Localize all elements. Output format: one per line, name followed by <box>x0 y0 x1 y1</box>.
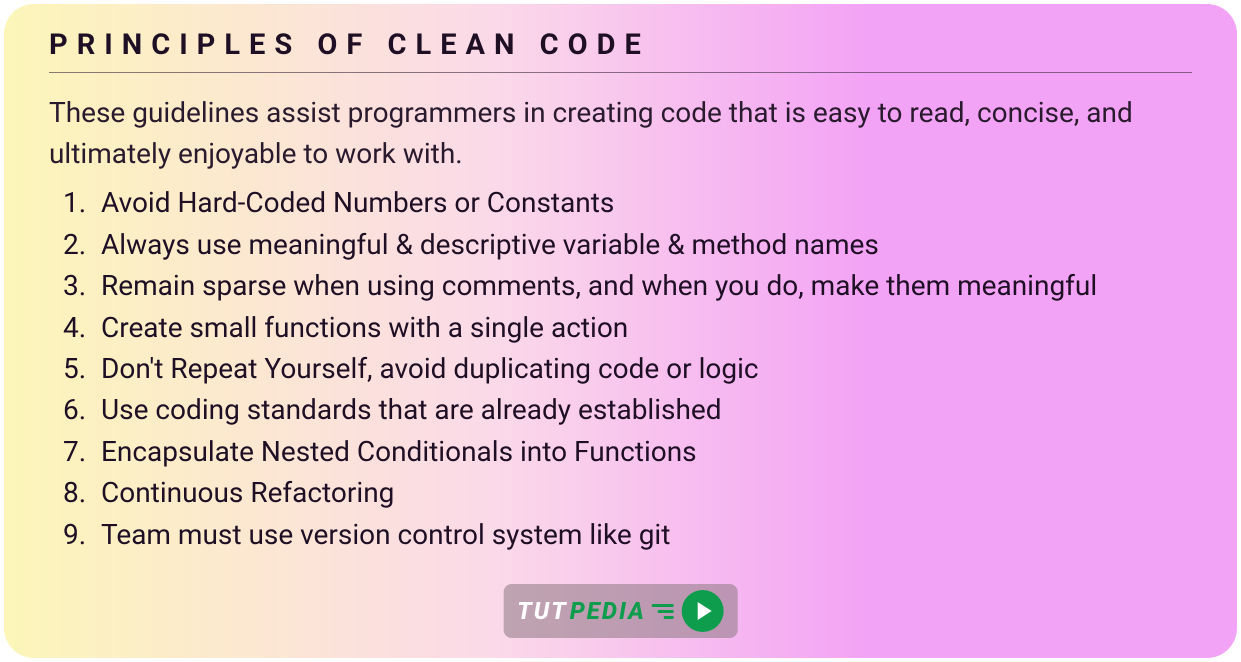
list-item: Don't Repeat Yourself, avoid duplicating… <box>101 348 1192 389</box>
motion-lines-icon <box>652 604 674 619</box>
watermark-badge[interactable]: TUT PEDIA <box>503 584 738 638</box>
play-icon[interactable] <box>682 590 724 632</box>
list-item: Avoid Hard-Coded Numbers or Constants <box>101 182 1192 223</box>
document-title: PRINCIPLES OF CLEAN CODE <box>49 28 1192 73</box>
list-item: Encapsulate Nested Conditionals into Fun… <box>101 431 1192 472</box>
intro-paragraph: These guidelines assist programmers in c… <box>49 93 1192 174</box>
watermark-text-green: PEDIA <box>570 597 646 625</box>
list-item: Create small functions with a single act… <box>101 307 1192 348</box>
watermark-text-white: TUT <box>517 597 568 625</box>
list-item: Continuous Refactoring <box>101 472 1192 513</box>
document-card: PRINCIPLES OF CLEAN CODE These guideline… <box>4 4 1237 658</box>
list-item: Team must use version control system lik… <box>101 514 1192 555</box>
principles-list: Avoid Hard-Coded Numbers or Constants Al… <box>49 182 1192 555</box>
list-item: Remain sparse when using comments, and w… <box>101 265 1192 306</box>
list-item: Always use meaningful & descriptive vari… <box>101 224 1192 265</box>
list-item: Use coding standards that are already es… <box>101 389 1192 430</box>
watermark-text: TUT PEDIA <box>517 597 674 625</box>
